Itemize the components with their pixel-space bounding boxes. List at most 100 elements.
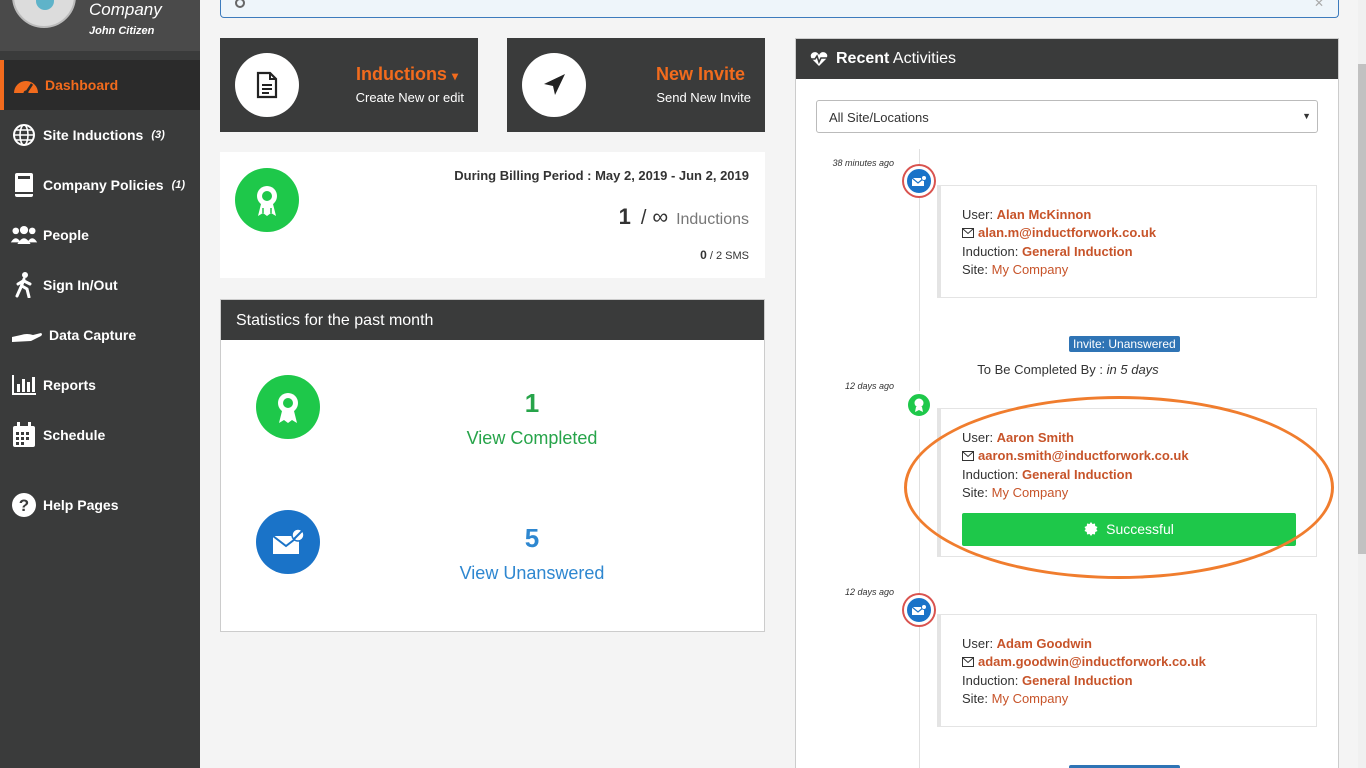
send-arrow-icon (522, 53, 586, 117)
globe-icon (10, 123, 38, 147)
award-icon (235, 168, 299, 232)
sms-usage: 0 / 2 SMS (700, 248, 749, 262)
billing-period: During Billing Period : May 2, 2019 - Ju… (454, 168, 749, 183)
document-icon (235, 53, 299, 117)
badge-icon (1084, 522, 1098, 537)
sidebar-item-label: Help Pages (43, 497, 119, 513)
new-invite-tile[interactable]: New Invite Send New Invite (507, 38, 765, 132)
envelope-blocked-icon (256, 510, 320, 574)
infinity-symbol: ∞ (652, 204, 669, 229)
activity-induction[interactable]: General Induction (1022, 467, 1133, 482)
sidebar-item-label: Sign In/Out (43, 277, 118, 293)
activity-induction[interactable]: General Induction (1022, 244, 1133, 259)
sidebar-item-dashboard[interactable]: Dashboard (0, 60, 200, 110)
sidebar-item-count: (1) (171, 179, 186, 191)
activity-user[interactable]: Alan McKinnon (997, 207, 1092, 222)
completed-count: 1 (524, 388, 540, 418)
activity-site[interactable]: My Company (992, 485, 1069, 500)
activity-email[interactable]: alan.m@inductforwork.co.uk (978, 225, 1156, 240)
profile-header: Company John Citizen (0, 0, 200, 51)
company-logo[interactable] (12, 0, 76, 28)
envelope-outline-icon (962, 654, 974, 672)
activity-card: User: Aaron Smith aaron.smith@inductforw… (937, 408, 1317, 557)
envelope-icon (904, 166, 934, 196)
activity-card: User: Alan McKinnon alan.m@inductforwork… (937, 185, 1317, 298)
page-scrollbar[interactable] (1358, 0, 1366, 768)
sidebar-item-help-pages[interactable]: ? Help Pages (0, 480, 200, 530)
activity-email[interactable]: aaron.smith@inductforwork.co.uk (978, 448, 1189, 463)
activity-site[interactable]: My Company (992, 691, 1069, 706)
successful-status-button[interactable]: Successful (962, 512, 1296, 546)
timeline-line (919, 149, 920, 768)
recent-activities-title: Recent Activities (796, 39, 1338, 79)
sidebar-item-sign-in-out[interactable]: Sign In/Out (0, 260, 200, 310)
sidebar-item-label: Data Capture (49, 327, 137, 343)
sidebar-item-label: Company Policies (43, 177, 164, 193)
envelope-icon (904, 595, 934, 625)
award-icon (256, 375, 320, 439)
activity-timestamp: 38 minutes ago (832, 158, 894, 168)
calendar-icon (10, 422, 38, 447)
people-icon (10, 223, 38, 247)
envelope-outline-icon (962, 448, 974, 466)
activity-card: User: Adam Goodwin adam.goodwin@inductfo… (937, 614, 1317, 727)
hand-icon (10, 323, 44, 347)
sidebar-item-label: Dashboard (45, 77, 119, 93)
sidebar-item-company-policies[interactable]: Company Policies (1) (0, 160, 200, 210)
activity-induction[interactable]: General Induction (1022, 673, 1133, 688)
billing-card: During Billing Period : May 2, 2019 - Ju… (220, 152, 765, 278)
sidebar-item-count: (3) (151, 129, 165, 141)
sidebar-nav: Dashboard Site Inductions (3) Company Po… (0, 60, 200, 530)
company-name: Company (89, 0, 162, 19)
to-be-completed-text: To Be Completed By : in 5 days (977, 362, 1159, 377)
scrollbar-thumb[interactable] (1358, 64, 1366, 554)
caret-down-icon: ▾ (451, 69, 458, 83)
inductions-tile[interactable]: Inductions ▾ Create New or edit (220, 38, 478, 132)
sidebar-item-label: Reports (43, 377, 96, 393)
close-icon[interactable]: ✕ (1314, 0, 1324, 10)
envelope-outline-icon (962, 225, 974, 243)
activity-site[interactable]: My Company (992, 262, 1069, 277)
site-location-select[interactable]: All Site/Locations ▼ (816, 100, 1318, 133)
search-icon (235, 0, 245, 8)
inductions-count: 1 (618, 204, 631, 229)
heartbeat-icon (810, 51, 828, 67)
recent-activities-panel: Recent Activities All Site/Locations ▼ 3… (795, 38, 1339, 768)
bar-chart-icon (10, 373, 38, 397)
view-unanswered-link[interactable]: View Unanswered (412, 563, 652, 584)
new-invite-title: New Invite (655, 64, 745, 84)
walking-person-icon (10, 272, 38, 298)
sidebar-item-label: Site Inductions (43, 127, 144, 143)
inductions-dropdown-button[interactable]: Inductions ▾ (356, 64, 458, 85)
sidebar-item-site-inductions[interactable]: Site Inductions (3) (0, 110, 200, 160)
inductions-subtitle: Create New or edit (355, 90, 464, 105)
usage-separator: / (640, 207, 647, 229)
svg-text:?: ? (19, 496, 29, 515)
award-icon (905, 391, 933, 419)
speedometer-icon (12, 73, 40, 97)
user-name: John Citizen (89, 25, 155, 37)
sidebar: Company John Citizen Dashboard Site Indu… (0, 0, 200, 768)
dropdown-arrow-icon: ▼ (1302, 111, 1311, 121)
activity-user[interactable]: Adam Goodwin (997, 636, 1092, 651)
activity-user[interactable]: Aaron Smith (997, 430, 1074, 445)
activity-email[interactable]: adam.goodwin@inductforwork.co.uk (978, 654, 1206, 669)
unanswered-count: 5 (524, 523, 540, 553)
help-icon: ? (10, 493, 38, 517)
sidebar-item-schedule[interactable]: Schedule (0, 410, 200, 460)
sidebar-item-label: People (43, 227, 89, 243)
activity-timestamp: 12 days ago (844, 381, 894, 391)
book-icon (10, 173, 38, 197)
view-completed-link[interactable]: View Completed (412, 428, 652, 449)
sidebar-item-data-capture[interactable]: Data Capture (0, 310, 200, 360)
activity-timestamp: 12 days ago (844, 587, 894, 597)
new-invite-subtitle: Send New Invite (656, 90, 751, 105)
invite-unanswered-badge: Invite: Unanswered (1069, 336, 1180, 352)
inductions-usage: 1 / ∞ Inductions (619, 204, 749, 230)
sidebar-item-people[interactable]: People (0, 210, 200, 260)
search-bar[interactable]: ✕ (220, 0, 1339, 18)
sidebar-item-reports[interactable]: Reports (0, 360, 200, 410)
statistics-card: Statistics for the past month 1 View Com… (220, 299, 765, 632)
sidebar-item-label: Schedule (43, 427, 106, 443)
inductions-label: Inductions (676, 211, 749, 228)
